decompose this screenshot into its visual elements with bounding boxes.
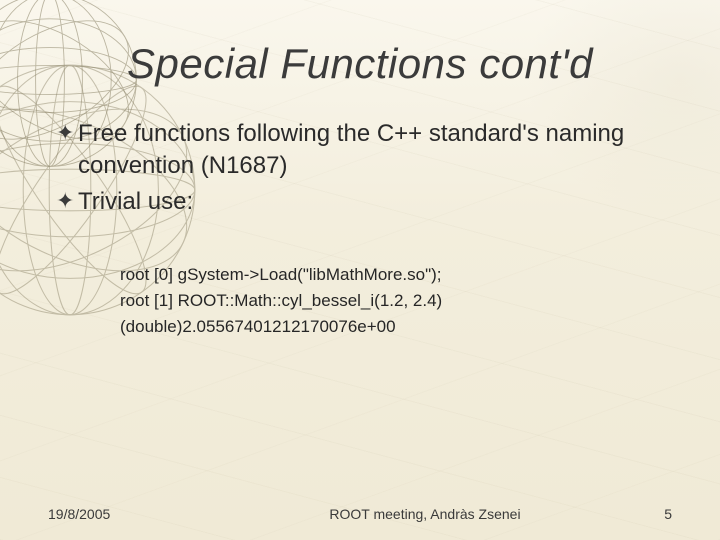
bullet-item: ✦ Trivial use: [56,186,672,218]
footer-center: ROOT meeting, Andràs Zsenei [238,506,612,522]
bullet-star-icon: ✦ [56,186,78,216]
slide-footer: 19/8/2005 ROOT meeting, Andràs Zsenei 5 [0,506,720,522]
code-block: root [0] gSystem->Load("libMathMore.so")… [120,262,672,340]
bullet-list: ✦ Free functions following the C++ stand… [48,118,672,222]
bullet-star-icon: ✦ [56,118,78,148]
code-line: root [0] gSystem->Load("libMathMore.so")… [120,262,672,288]
bullet-item: ✦ Free functions following the C++ stand… [56,118,672,182]
code-line: (double)2.05567401212170076e+00 [120,314,672,340]
footer-date: 19/8/2005 [48,506,238,522]
bullet-text: Trivial use: [78,186,193,218]
slide-title: Special Functions cont'd [48,40,672,88]
slide-body: Special Functions cont'd ✦ Free function… [0,0,720,540]
code-line: root [1] ROOT::Math::cyl_bessel_i(1.2, 2… [120,288,672,314]
footer-page-number: 5 [612,506,672,522]
bullet-text: Free functions following the C++ standar… [78,118,672,182]
